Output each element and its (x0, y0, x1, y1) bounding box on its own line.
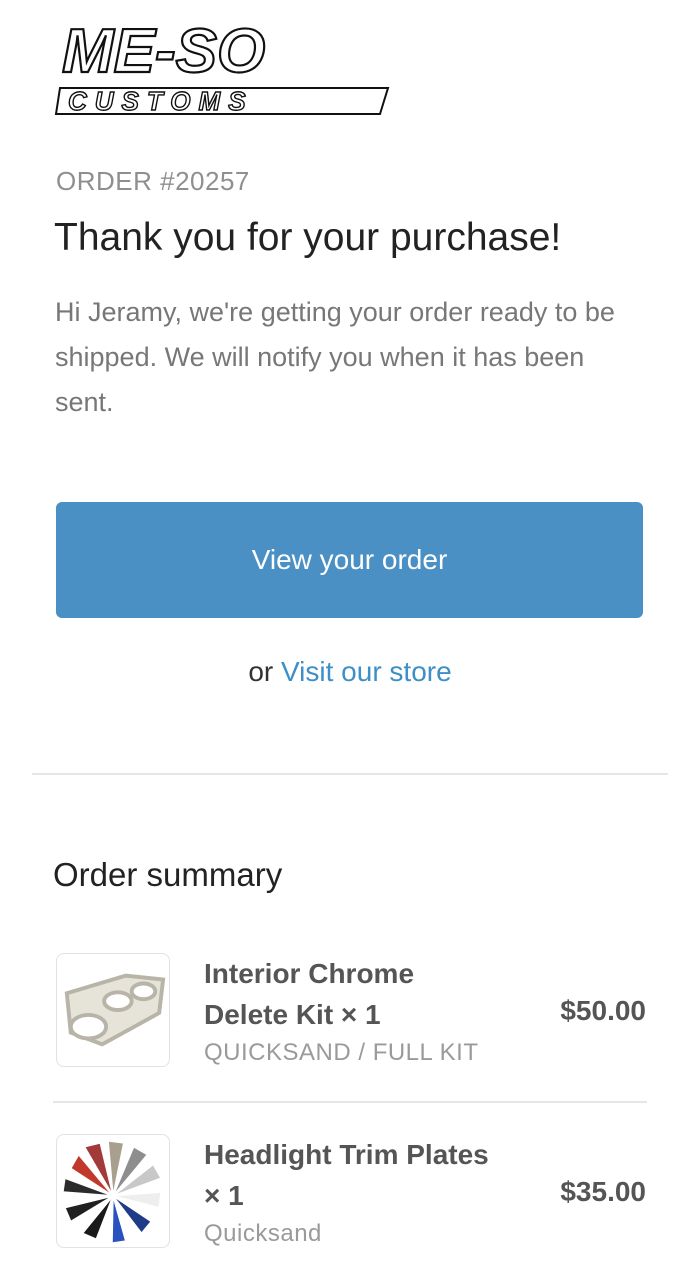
intro-text: Hi Jeramy, we're getting your order read… (55, 297, 615, 417)
item-divider (53, 1101, 647, 1103)
section-divider (32, 773, 668, 775)
logo-line1: ME-SO (62, 17, 265, 86)
line-item: Headlight Trim Plates × 1 Quicksand $35.… (56, 1134, 646, 1252)
view-order-button[interactable]: View your order (56, 502, 643, 618)
view-order-label: View your order (251, 544, 448, 575)
brand-logo: ME-SO CUSTOMS (54, 10, 394, 122)
order-summary-title: Order summary (53, 856, 283, 893)
or-text: or (248, 656, 274, 687)
line-item: Interior Chrome Delete Kit × 1 QUICKSAND… (56, 953, 646, 1071)
product-thumbnail (56, 1134, 170, 1248)
item-variant: Quicksand (204, 1220, 322, 1247)
item-price: $35.00 (560, 1176, 646, 1207)
logo-line2: CUSTOMS (68, 86, 254, 116)
store-line: or Visit our store (0, 656, 700, 688)
item-name: Interior Chrome Delete Kit × 1 (204, 958, 415, 1030)
visit-store-link[interactable]: Visit our store (281, 656, 452, 687)
item-name: Headlight Trim Plates × 1 (204, 1139, 489, 1211)
item-variant: QUICKSAND / FULL KIT (204, 1039, 479, 1066)
product-thumbnail (56, 953, 170, 1067)
item-price: $50.00 (560, 995, 646, 1026)
page-title: Thank you for your purchase! (54, 216, 562, 259)
order-number: ORDER #20257 (56, 166, 250, 196)
